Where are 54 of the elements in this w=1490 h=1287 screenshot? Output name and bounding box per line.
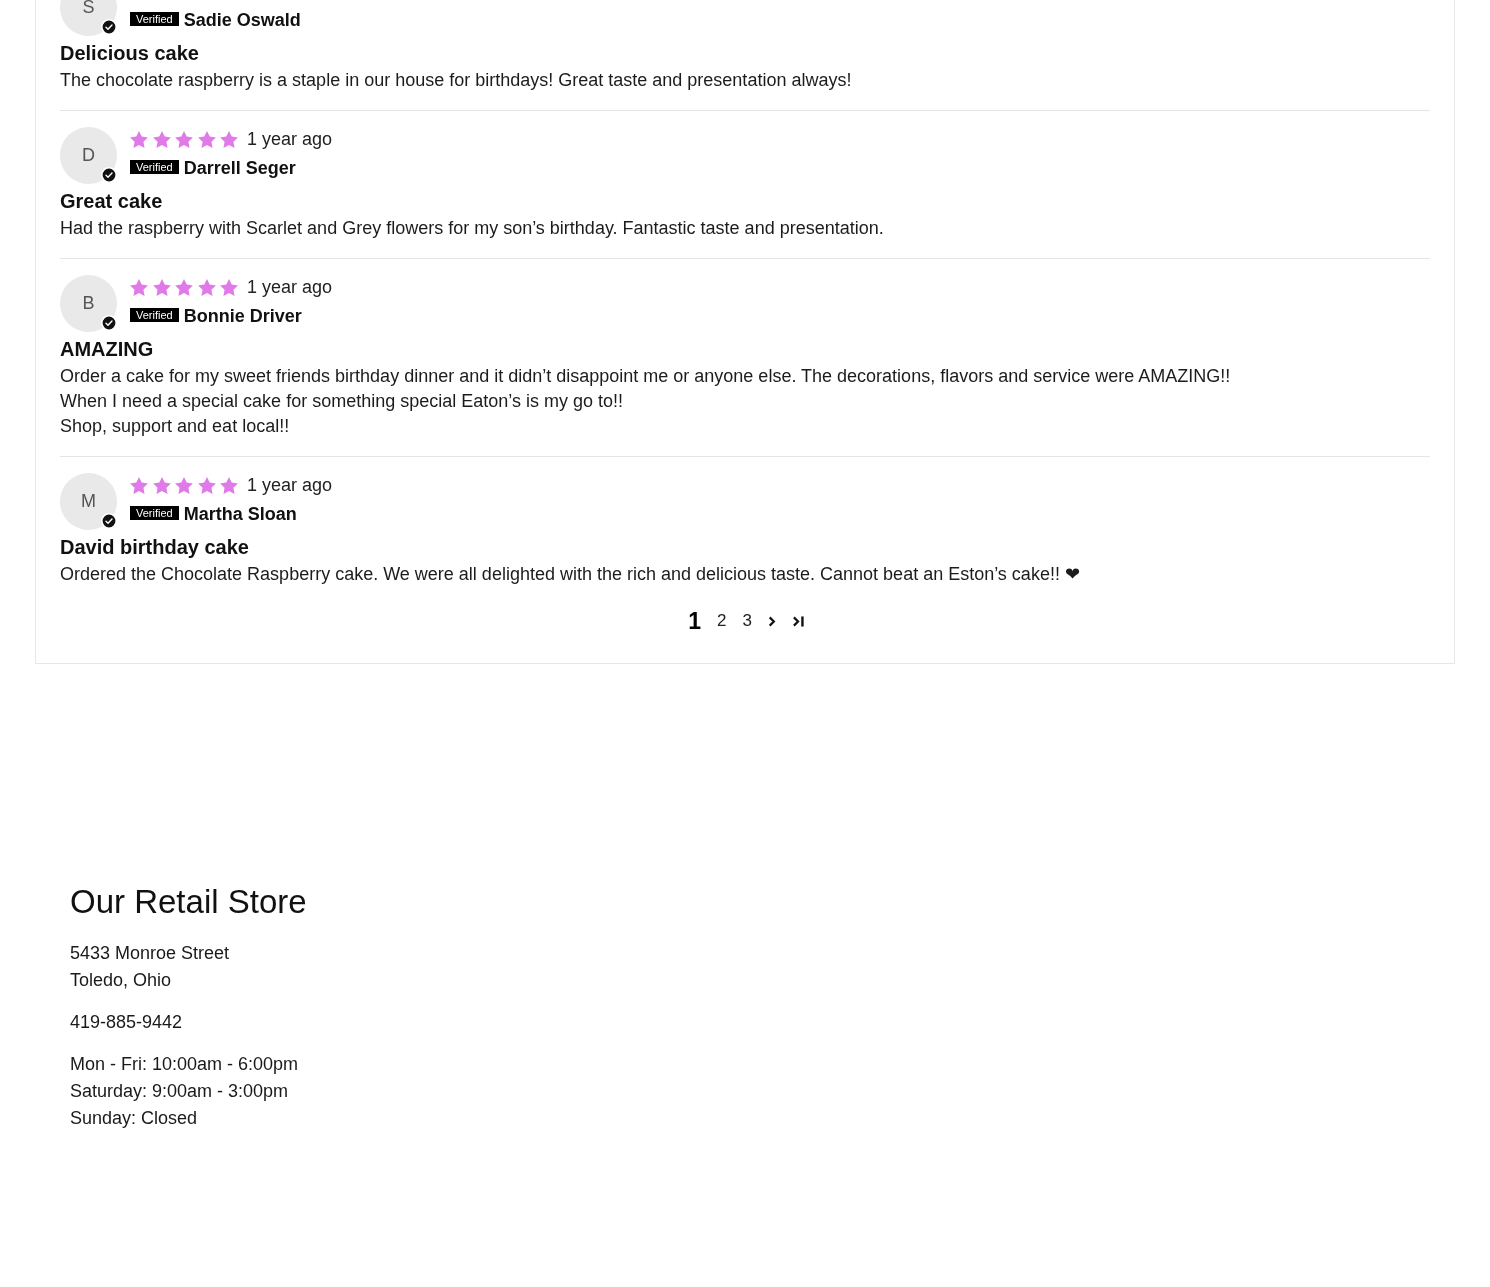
review-title: Delicious cake (60, 41, 199, 66)
review-title: Great cake (60, 189, 163, 214)
review-date: 1 year ago (247, 474, 333, 497)
star-icon (197, 130, 216, 148)
avatar: B (60, 275, 117, 332)
review-text: Order a cake for my sweet friends birthday dinner and it didn’t disappoint me or anyone else. The decorations, flavors and service were AMAZING!! When I need a special cake for something special Eaton’s is my go to!! Shop, support and eat local!! (60, 365, 1231, 438)
star-icon (175, 130, 193, 148)
check-circle-icon (101, 513, 117, 529)
check-circle-icon (101, 19, 117, 35)
review-title: AMAZING (60, 337, 154, 362)
reviewer-name: Bonnie Driver (183, 305, 302, 328)
review-date: 1 year ago (247, 128, 333, 151)
star-icon (220, 476, 238, 494)
star-icon (130, 278, 148, 296)
star-icon (220, 278, 238, 296)
check-circle-icon (101, 315, 117, 331)
check-circle-icon (101, 167, 117, 183)
reviewer-name: Sadie Oswald (183, 9, 301, 32)
verified-badge: Verified (130, 308, 179, 322)
star-icon (130, 130, 148, 148)
address-line: Toledo, Ohio (70, 969, 172, 992)
star-icon (175, 278, 193, 296)
page-link[interactable]: 3 (739, 606, 755, 636)
review-title: David birthday cake (60, 535, 249, 560)
verified-badge: Verified (130, 160, 179, 174)
phone-number: 419-885-9442 (70, 1011, 183, 1034)
verified-badge: Verified (130, 506, 179, 520)
page-link[interactable]: 2 (713, 606, 730, 636)
chevron-bar-right-icon[interactable] (791, 615, 805, 627)
avatar: M (60, 473, 117, 530)
review-text: The chocolate raspberry is a staple in our house for birthdays! Great taste and presentation always! (60, 69, 852, 92)
review-text: Had the raspberry with Scarlet and Grey flowers for my son’s birthday. Fantastic taste and presentation. (60, 217, 884, 240)
star-icon (197, 278, 216, 296)
star-icon (152, 278, 171, 296)
hours-line: Mon - Fri: 10:00am - 6:00pm (70, 1053, 299, 1076)
avatar: S (60, 0, 117, 36)
star-icon (130, 476, 148, 494)
star-icon (152, 130, 171, 148)
hours-line: Sunday: Closed (70, 1107, 198, 1130)
review-date: 1 year ago (247, 276, 333, 299)
star-icon (197, 476, 216, 494)
star-icon (220, 130, 238, 148)
reviewer-name: Darrell Seger (183, 157, 296, 180)
star-icon (175, 476, 193, 494)
review-text: Ordered the Chocolate Raspberry cake. We were all delighted with the rich and delicious taste. Cannot beat an Eston’s cake!! ❤ (60, 563, 1080, 586)
page-link[interactable]: 1 (685, 606, 704, 636)
reviewer-name: Martha Sloan (183, 503, 297, 526)
star-icon (152, 476, 171, 494)
hours-line: Saturday: 9:00am - 3:00pm (70, 1080, 289, 1103)
store-heading: Our Retail Store (70, 882, 307, 922)
verified-badge: Verified (130, 12, 179, 26)
chevron-right-icon[interactable] (767, 615, 776, 627)
address-line: 5433 Monroe Street (70, 942, 230, 965)
avatar: D (60, 127, 117, 184)
